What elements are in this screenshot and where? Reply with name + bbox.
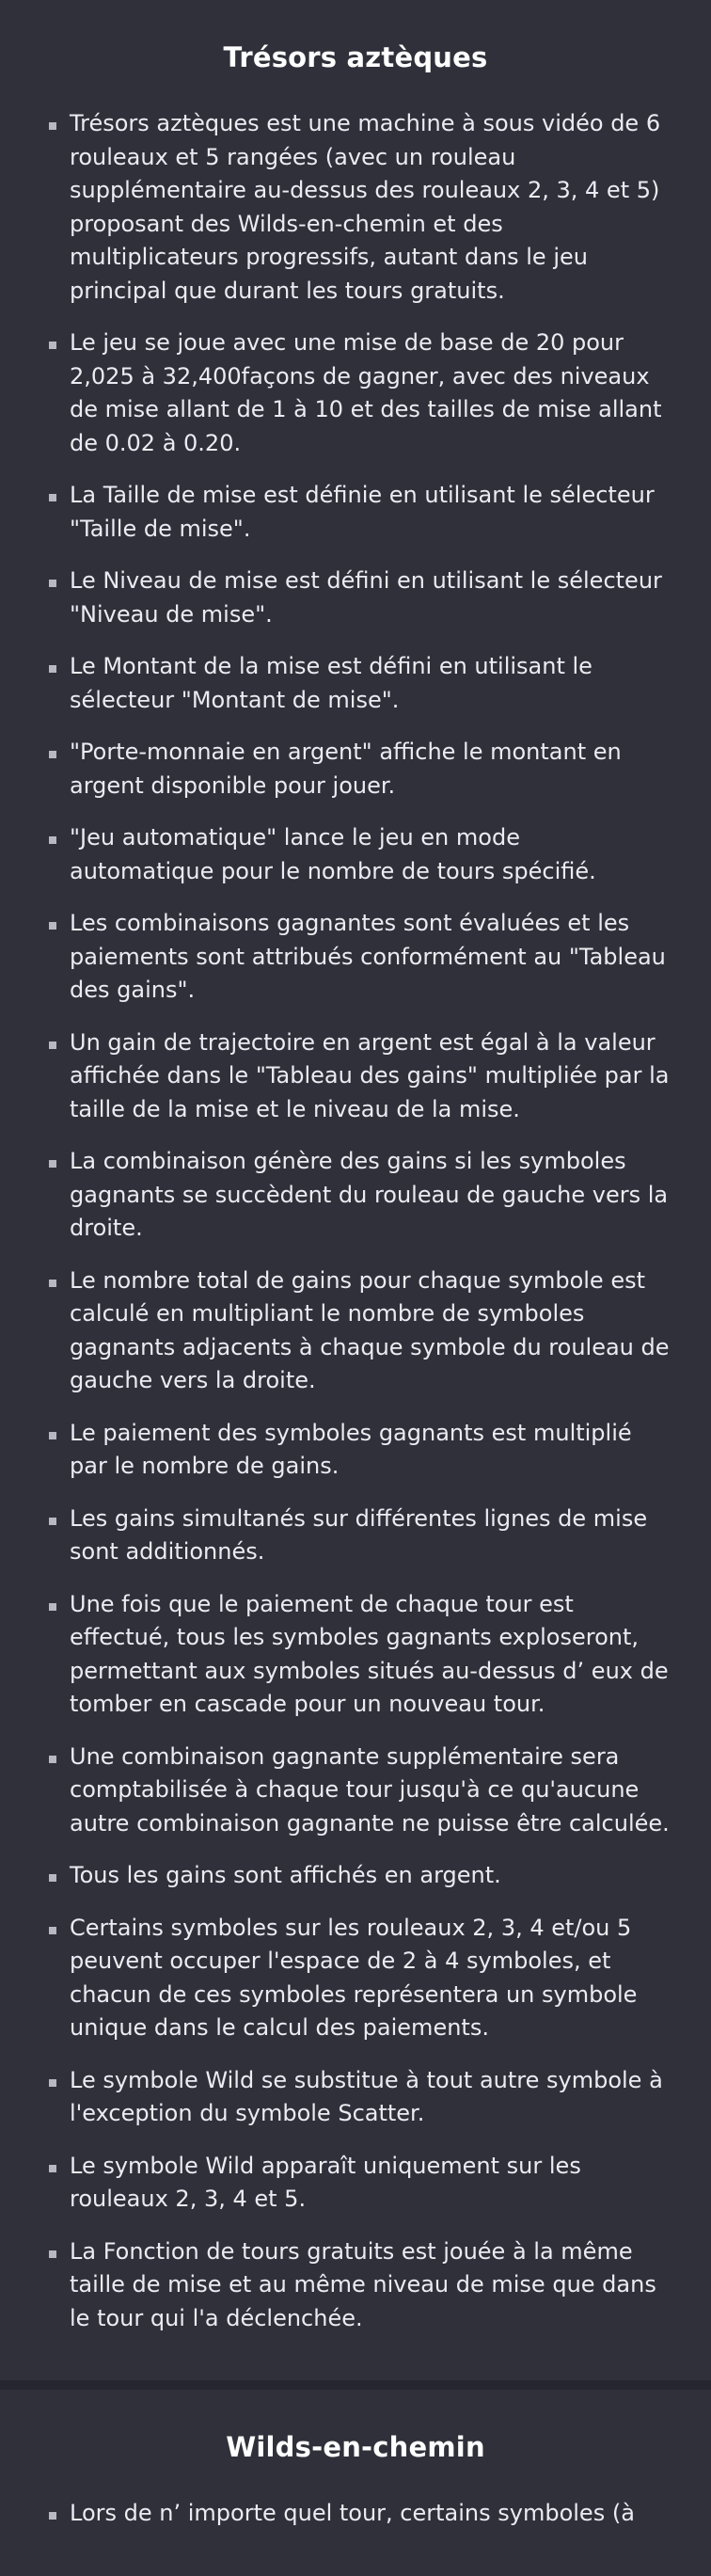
rule-item: "Jeu automatique" lance le jeu en mode a… (41, 821, 670, 888)
rule-item: Tous les gains sont affichés en argent. (41, 1859, 670, 1893)
rules-page: Trésors aztèques Trésors aztèques est un… (0, 0, 711, 2576)
rule-item: La Taille de mise est définie en utilisa… (41, 479, 670, 546)
rule-item: Le Montant de la mise est défini en util… (41, 650, 670, 717)
rule-item: Le jeu se joue avec une mise de base de … (41, 326, 670, 460)
rule-item: Certains symboles sur les rouleaux 2, 3,… (41, 1912, 670, 2045)
rule-item: Les gains simultanés sur différentes lig… (41, 1503, 670, 1569)
rule-item: Les combinaisons gagnantes sont évaluées… (41, 907, 670, 1008)
rule-item: Le symbole Wild se substitue à tout autr… (41, 2064, 670, 2131)
section-game-rules: Trésors aztèques Trésors aztèques est un… (0, 0, 711, 2380)
rule-item: Un gain de trajectoire en argent est éga… (41, 1026, 670, 1127)
section-title: Wilds-en-chemin (226, 2431, 485, 2463)
rule-item: La combinaison génère des gains si les s… (41, 1145, 670, 1246)
section-wilds-en-chemin: Wilds-en-chemin Lors de n’ importe quel … (0, 2380, 711, 2576)
rule-item: Le nombre total de gains pour chaque sym… (41, 1264, 670, 1398)
rule-item: Trésors aztèques est une machine à sous … (41, 107, 670, 308)
rule-item: Le symbole Wild apparaît uniquement sur … (41, 2150, 670, 2217)
rule-item: Une combinaison gagnante supplémentaire … (41, 1741, 670, 1841)
rule-item: Lors de n’ importe quel tour, certains s… (41, 2497, 670, 2531)
rule-item: Une fois que le paiement de chaque tour … (41, 1588, 670, 1722)
rules-list: Lors de n’ importe quel tour, certains s… (41, 2497, 670, 2531)
rule-item: La Fonction de tours gratuits est jouée … (41, 2235, 670, 2336)
rules-list: Trésors aztèques est une machine à sous … (41, 107, 670, 2335)
rule-item: Le paiement des symboles gagnants est mu… (41, 1417, 670, 1484)
rule-item: Le Niveau de mise est défini en utilisan… (41, 564, 670, 631)
rule-item: "Porte-monnaie en argent" affiche le mon… (41, 736, 670, 803)
section-title: Trésors aztèques (223, 41, 488, 73)
